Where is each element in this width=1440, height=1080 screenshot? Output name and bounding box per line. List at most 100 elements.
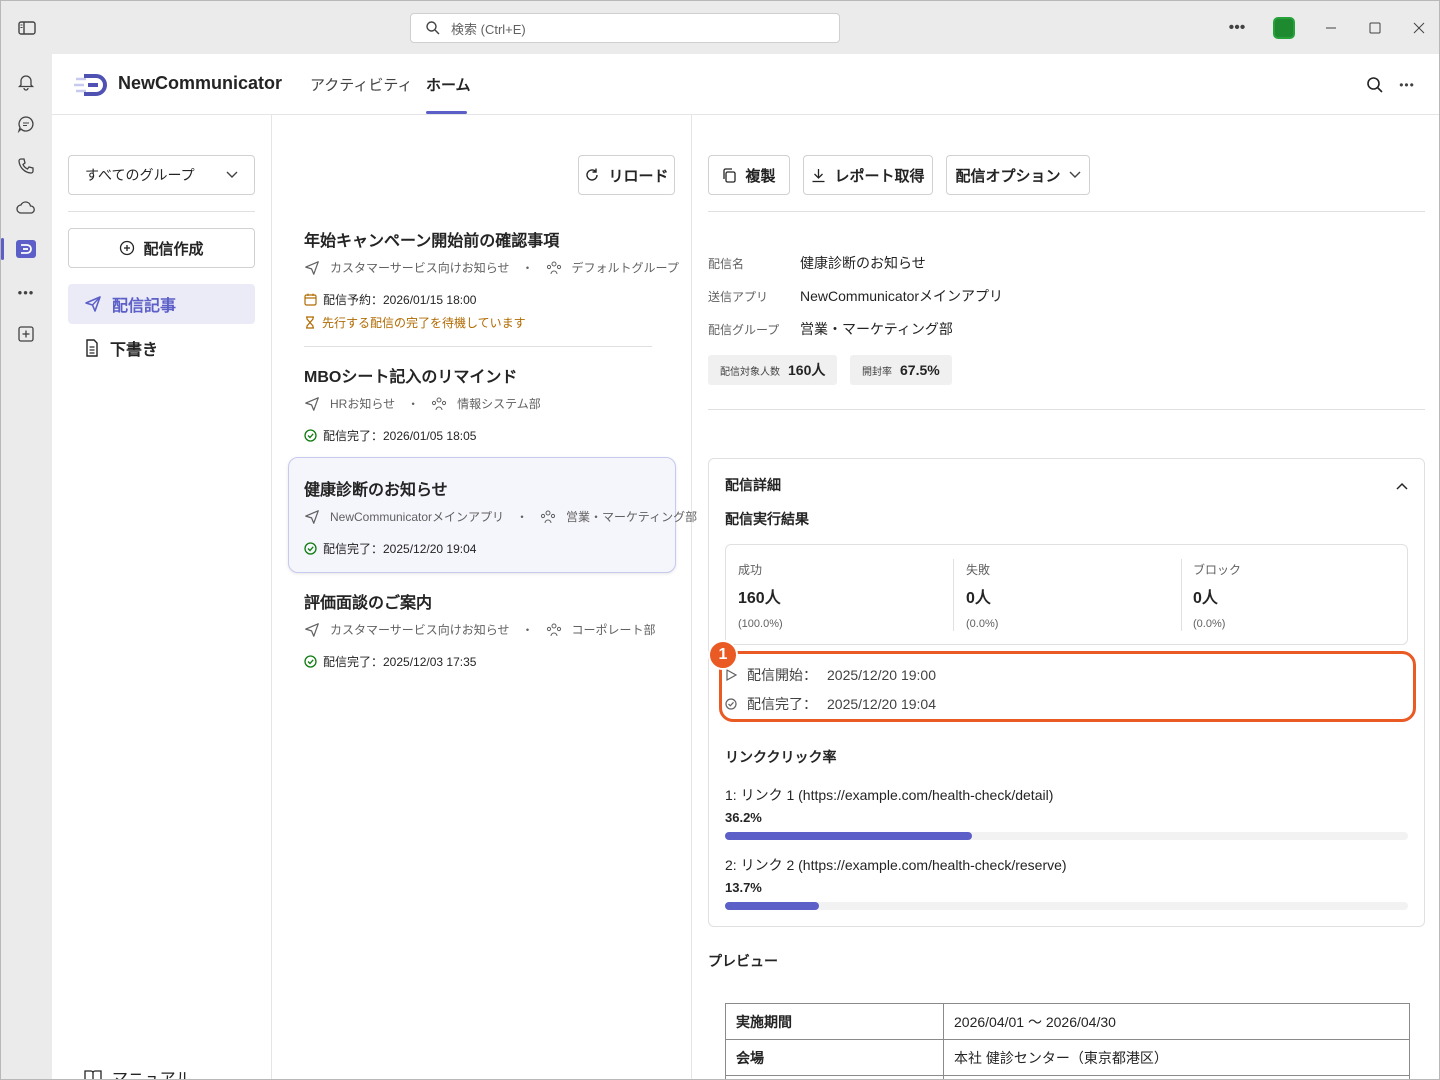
message-status: 配信完了：2025/12/20 19:04 (304, 540, 476, 557)
bell-icon[interactable] (14, 70, 38, 94)
message-status: 配信予約：2026/01/15 18:00 (304, 291, 476, 308)
nav-item-drafts[interactable]: 下書き (68, 328, 255, 368)
send-icon (305, 260, 319, 275)
table-row: 会場 本社 健診センター（東京都港区） (725, 1039, 1410, 1076)
tab-home[interactable]: ホーム (426, 74, 471, 95)
close-icon[interactable] (1397, 1, 1439, 54)
message-app: HRお知らせ (330, 397, 396, 411)
app-window: 検索 (Ctrl+E) ••• ••• NewCommunicator アクティ… (0, 0, 1440, 1080)
divider (68, 211, 255, 212)
search-placeholder: 検索 (Ctrl+E) (451, 21, 526, 37)
message-warning-text: 先行する配信の完了を待機しています (322, 316, 526, 330)
stat-value: 0人 (1193, 590, 1218, 607)
delivery-options-label: 配信オプション (955, 167, 1061, 185)
nav-item-label: 下書き (110, 342, 159, 359)
report-label: レポート取得 (834, 167, 925, 185)
message-list-column: リロード 年始キャンペーン開始前の確認事項 カスタマーサービス向けお知らせ ・ … (272, 115, 697, 1079)
more-apps-icon[interactable]: ••• (14, 280, 38, 304)
report-button[interactable]: レポート取得 (803, 155, 933, 195)
link-percent: 36.2% (725, 810, 762, 825)
meta-separator: ・ (407, 397, 420, 411)
send-icon (305, 622, 319, 637)
chevron-down-icon (1069, 171, 1080, 178)
target-count-pill: 配信対象人数 160人 (708, 355, 838, 385)
check-circle-icon (304, 655, 317, 668)
list-item[interactable]: 年始キャンペーン開始前の確認事項 カスタマーサービス向けお知らせ ・ デフォルト… (288, 215, 679, 345)
list-item[interactable]: MBOシート記入のリマインド HRお知らせ ・ 情報システム部 配信完了：202… (288, 351, 676, 451)
field-key: 配信名 (708, 257, 745, 271)
copy-button[interactable]: 複製 (708, 155, 790, 195)
app-name: NewCommunicator (118, 73, 283, 93)
message-meta: HRお知らせ ・ 情報システム部 (304, 395, 541, 412)
message-title: 評価面談のご案内 (304, 595, 433, 612)
group-dropdown-value: すべてのグループ (85, 167, 195, 183)
message-status: 配信完了：2025/12/03 17:35 (304, 653, 476, 670)
people-icon (546, 623, 561, 636)
pill-value: 67.5% (900, 362, 940, 378)
link-progress-fill (725, 832, 973, 840)
stat-value: 0人 (966, 590, 991, 607)
manual-link[interactable]: マニュアル (84, 1065, 192, 1079)
link-progress-bar (725, 902, 1408, 910)
phone-icon[interactable] (14, 154, 38, 178)
create-delivery-button[interactable]: 配信作成 (68, 228, 255, 268)
more-options-icon[interactable]: ••• (1396, 74, 1418, 96)
message-status: 配信完了：2026/01/05 18:05 (304, 427, 476, 444)
sidebar-toggle-icon[interactable] (17, 18, 37, 38)
search-icon[interactable] (1364, 74, 1386, 96)
add-app-icon[interactable] (14, 322, 38, 346)
message-warning: 先行する配信の完了を待機しています (304, 314, 526, 331)
message-meta: カスタマーサービス向けお知らせ ・ デフォルトグループ (304, 259, 679, 276)
search-input[interactable]: 検索 (Ctrl+E) (410, 13, 840, 43)
stat-label: ブロック (1193, 563, 1242, 577)
stat-failed: 失敗 0人 (0.0%) (954, 545, 1181, 645)
list-item[interactable]: 評価面談のご案内 カスタマーサービス向けお知らせ ・ コーポレート部 配信完了：… (288, 577, 676, 677)
divider (708, 409, 1425, 410)
tab-activity[interactable]: アクティビティ (310, 74, 412, 95)
annotation-highlight: 1 (708, 640, 1416, 722)
field-value: NewCommunicatorメインアプリ (800, 288, 1004, 304)
minimize-icon[interactable] (1309, 1, 1353, 54)
message-status-text: 配信完了：2025/12/20 19:04 (323, 542, 477, 556)
copy-label: 複製 (745, 167, 776, 185)
copy-icon (723, 167, 737, 183)
open-rate-pill: 開封率 67.5% (850, 355, 952, 385)
group-dropdown[interactable]: すべてのグループ (68, 155, 255, 195)
table-key: 実施期間 (725, 1003, 944, 1040)
avatar[interactable] (1273, 16, 1295, 39)
message-title: MBOシート記入のリマインド (304, 369, 518, 386)
check-circle-icon (304, 429, 317, 442)
main-content: すべてのグループ 配信作成 配信記事 下書き マニュアル リロード 年始キャンペ… (52, 115, 1439, 1079)
meta-separator: ・ (516, 510, 529, 524)
nav-item-label: 配信記事 (112, 298, 177, 315)
card-title: 配信詳細 (725, 477, 781, 493)
table-key: 会場 (725, 1039, 944, 1076)
rail-active-indicator (1, 238, 4, 260)
cloud-icon[interactable] (14, 196, 38, 220)
chevron-up-icon[interactable] (1396, 477, 1408, 493)
message-group: デフォルトグループ (571, 261, 679, 275)
add-circle-icon (120, 240, 135, 256)
stat-percent: (0.0%) (1193, 618, 1226, 630)
message-status-text: 配信完了：2026/01/05 18:05 (323, 429, 477, 443)
stat-label: 成功 (738, 563, 763, 577)
result-title: 配信実行結果 (725, 511, 809, 527)
nav-column: すべてのグループ 配信作成 配信記事 下書き マニュアル (52, 115, 272, 1079)
chat-icon[interactable] (14, 112, 38, 136)
message-group: 営業・マーケティング部 (566, 510, 698, 524)
nav-item-articles[interactable]: 配信記事 (68, 284, 255, 324)
hourglass-icon (306, 316, 314, 329)
send-icon (85, 296, 101, 312)
stat-blocked: ブロック 0人 (0.0%) (1181, 545, 1408, 645)
newcommunicator-app-icon[interactable] (16, 240, 36, 258)
reload-button[interactable]: リロード (578, 155, 675, 195)
delivery-options-button[interactable]: 配信オプション (946, 155, 1090, 195)
refresh-icon (586, 168, 599, 181)
delivery-details-card: 配信詳細 配信実行結果 成功 160人 (100.0%) 失敗 0人 (0.0%… (708, 458, 1425, 927)
maximize-icon[interactable] (1353, 1, 1397, 54)
list-item-selected[interactable]: 健康診断のお知らせ NewCommunicatorメインアプリ ・ 営業・マーケ… (288, 457, 697, 573)
more-options-icon[interactable]: ••• (1215, 1, 1259, 54)
table-value (943, 1075, 1410, 1079)
message-meta: カスタマーサービス向けお知らせ ・ コーポレート部 (304, 621, 656, 638)
search-icon (426, 21, 440, 35)
